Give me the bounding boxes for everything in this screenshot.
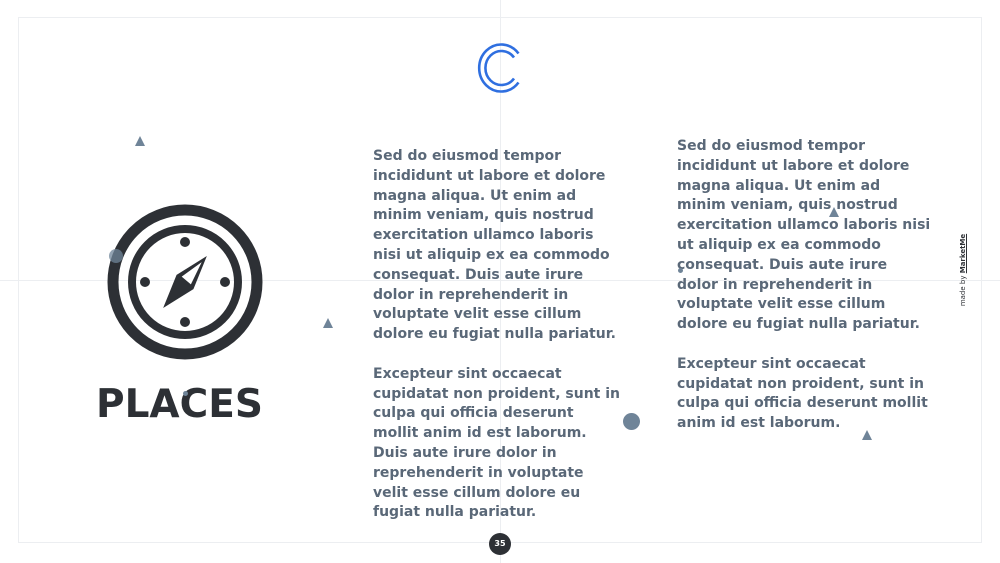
decorative-dot bbox=[109, 249, 123, 263]
right-paragraph-1: Sed do eiusmod tempor incididunt ut labo… bbox=[677, 138, 931, 333]
decorative-dot bbox=[678, 268, 683, 273]
text-column-left: Sed do eiusmod tempor incididunt ut labo… bbox=[373, 147, 623, 523]
left-paragraph-2: Excepteur sint occaecat cupidatat non pr… bbox=[373, 365, 620, 442]
left-paragraph-1: Sed do eiusmod tempor incididunt ut labo… bbox=[373, 148, 616, 343]
text-column-right: Sed do eiusmod tempor incididunt ut labo… bbox=[677, 137, 932, 434]
left-paragraph-3: Duis aute irure dolor in reprehenderit i… bbox=[373, 444, 584, 521]
made-by-credit: made by MarketMe bbox=[956, 220, 970, 320]
credit-brand: MarketMe bbox=[959, 233, 967, 274]
decorative-triangle bbox=[829, 207, 839, 217]
decorative-triangle bbox=[323, 318, 333, 328]
credit-prefix: made by bbox=[959, 273, 967, 307]
decorative-dot bbox=[623, 413, 640, 430]
decorative-triangle bbox=[135, 136, 145, 146]
page-number-badge: 35 bbox=[489, 533, 511, 555]
slide-title: PLACES bbox=[96, 382, 263, 427]
compass-icon bbox=[107, 204, 263, 360]
decorative-triangle bbox=[862, 430, 872, 440]
double-c-logo-icon bbox=[477, 43, 520, 93]
right-paragraph-2: Excepteur sint occaecat cupidatat non pr… bbox=[677, 355, 928, 432]
decorative-dot bbox=[183, 391, 188, 396]
